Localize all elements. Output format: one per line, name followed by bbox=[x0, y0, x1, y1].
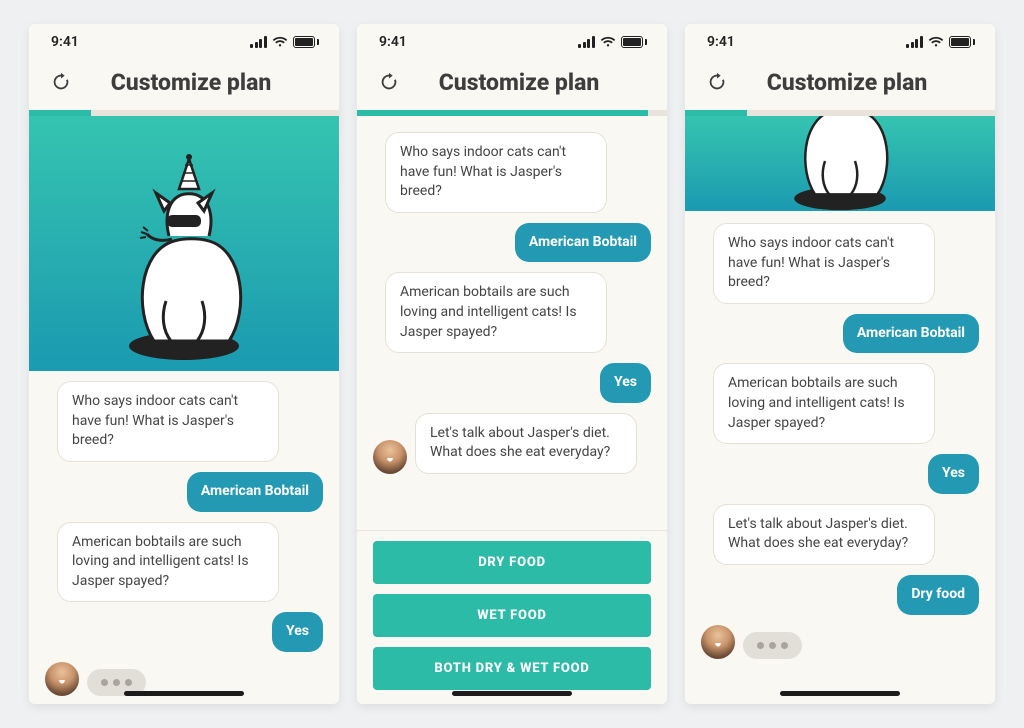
status-indicators bbox=[906, 36, 973, 48]
reload-button[interactable] bbox=[47, 68, 75, 96]
chat-area[interactable]: Who says indoor cats can't have fun! Wha… bbox=[685, 116, 995, 704]
status-indicators bbox=[250, 36, 317, 48]
reload-button[interactable] bbox=[375, 68, 403, 96]
user-message: Yes bbox=[600, 363, 651, 403]
user-message: American Bobtail bbox=[187, 472, 323, 512]
status-time: 9:41 bbox=[707, 34, 735, 50]
reload-button[interactable] bbox=[703, 68, 731, 96]
status-time: 9:41 bbox=[51, 34, 79, 50]
chat-area[interactable]: Who says indoor cats can't have fun! Wha… bbox=[29, 116, 339, 704]
option-dry-food[interactable]: DRY FOOD bbox=[373, 541, 651, 584]
header: Customize plan bbox=[685, 60, 995, 110]
page-title: Customize plan bbox=[745, 69, 949, 96]
wifi-icon bbox=[600, 36, 616, 48]
status-bar: 9:41 bbox=[29, 24, 339, 60]
bot-message: Who says indoor cats can't have fun! Wha… bbox=[57, 381, 279, 462]
progress-bar bbox=[357, 110, 667, 116]
option-wet-food[interactable]: WET FOOD bbox=[373, 594, 651, 637]
user-message: Yes bbox=[928, 454, 979, 494]
header: Customize plan bbox=[357, 60, 667, 110]
user-message: Yes bbox=[272, 612, 323, 652]
typing-row bbox=[701, 625, 979, 659]
avatar bbox=[701, 625, 735, 659]
battery-icon bbox=[621, 36, 645, 48]
bot-message: Who says indoor cats can't have fun! Wha… bbox=[385, 132, 607, 213]
status-bar: 9:41 bbox=[357, 24, 667, 60]
party-cat-icon bbox=[94, 151, 274, 371]
reload-icon bbox=[378, 71, 400, 93]
status-bar: 9:41 bbox=[685, 24, 995, 60]
reload-icon bbox=[50, 71, 72, 93]
battery-icon bbox=[293, 36, 317, 48]
reload-icon bbox=[706, 71, 728, 93]
phone-screen-2: 9:41 Customize plan Who says indoor cats… bbox=[357, 24, 667, 704]
bot-message: American bobtails are such loving and in… bbox=[713, 363, 935, 444]
bot-message: American bobtails are such loving and in… bbox=[385, 272, 607, 353]
answer-options: DRY FOOD WET FOOD BOTH DRY & WET FOOD bbox=[357, 530, 667, 704]
avatar bbox=[373, 440, 407, 474]
header: Customize plan bbox=[29, 60, 339, 110]
wifi-icon bbox=[928, 36, 944, 48]
wifi-icon bbox=[272, 36, 288, 48]
home-indicator[interactable] bbox=[780, 691, 900, 696]
cellular-icon bbox=[906, 36, 923, 48]
home-indicator[interactable] bbox=[124, 691, 244, 696]
bot-message: Let's talk about Jasper's diet. What doe… bbox=[415, 413, 637, 474]
chat-area[interactable]: Who says indoor cats can't have fun! Wha… bbox=[357, 116, 667, 530]
page-title: Customize plan bbox=[417, 69, 621, 96]
bot-message: American bobtails are such loving and in… bbox=[57, 522, 279, 603]
user-message: Dry food bbox=[897, 575, 979, 615]
user-message: American Bobtail bbox=[515, 223, 651, 263]
party-cat-icon bbox=[765, 116, 915, 211]
bot-row: Let's talk about Jasper's diet. What doe… bbox=[373, 413, 651, 474]
typing-indicator bbox=[743, 632, 802, 659]
bot-message: Who says indoor cats can't have fun! Wha… bbox=[713, 223, 935, 304]
battery-icon bbox=[949, 36, 973, 48]
cellular-icon bbox=[578, 36, 595, 48]
phone-screen-3: 9:41 Customize plan Who says indoor cats… bbox=[685, 24, 995, 704]
home-indicator[interactable] bbox=[452, 691, 572, 696]
status-indicators bbox=[578, 36, 645, 48]
cat-illustration-cropped bbox=[685, 116, 995, 211]
bot-message: Let's talk about Jasper's diet. What doe… bbox=[713, 504, 935, 565]
status-time: 9:41 bbox=[379, 34, 407, 50]
option-both-food[interactable]: BOTH DRY & WET FOOD bbox=[373, 647, 651, 690]
cellular-icon bbox=[250, 36, 267, 48]
user-message: American Bobtail bbox=[843, 314, 979, 354]
cat-illustration bbox=[29, 116, 339, 371]
avatar bbox=[45, 662, 79, 696]
page-title: Customize plan bbox=[89, 69, 293, 96]
phone-screen-1: 9:41 Customize plan bbox=[29, 24, 339, 704]
